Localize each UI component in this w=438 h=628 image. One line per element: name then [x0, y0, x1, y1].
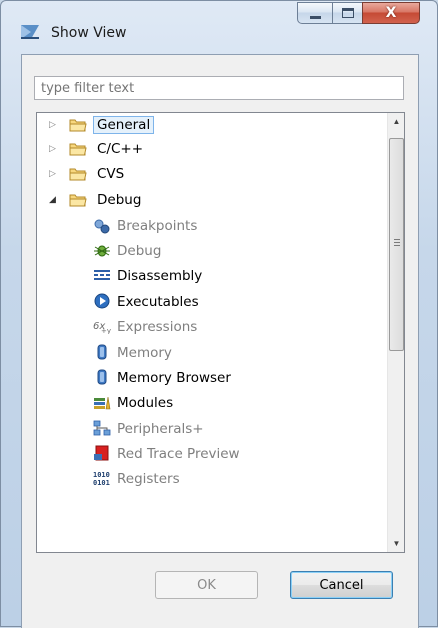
tree-item-disassembly[interactable]: Disassembly — [37, 264, 382, 288]
window-title: Show View — [51, 25, 127, 41]
view-tree: ▷ General ▷ C/C++ ▷ CVS ◢ Debug Breakpoi… — [36, 112, 405, 553]
red-trace-icon — [94, 445, 109, 461]
tree-item-expressions[interactable]: 6x +y Expressions — [37, 315, 382, 339]
close-button[interactable]: X — [362, 2, 420, 24]
tree-item-label: Expressions — [117, 319, 198, 335]
folder-icon — [69, 168, 87, 181]
expand-arrow-icon[interactable]: ▷ — [49, 120, 59, 130]
breakpoints-icon — [94, 219, 110, 234]
tree-item-label: Memory — [117, 345, 172, 361]
folder-open-icon — [69, 194, 87, 207]
tree-item-label: Executables — [117, 294, 199, 310]
tree-item-label: Disassembly — [117, 268, 203, 284]
title-bar[interactable]: Show View X — [1, 1, 437, 53]
tree-item-registers[interactable]: 1010 0101 Registers — [37, 467, 382, 491]
tree-item-label: CVS — [97, 166, 125, 182]
disassembly-icon — [94, 270, 110, 280]
minimize-button[interactable] — [297, 2, 333, 24]
svg-text:0101: 0101 — [93, 479, 110, 486]
expand-arrow-icon[interactable]: ▷ — [49, 144, 59, 154]
tree-item-label: General — [93, 116, 155, 134]
tree-item-label: Debug — [117, 243, 162, 259]
tree-item-breakpoints[interactable]: Breakpoints — [37, 214, 382, 238]
tree-item-label: Registers — [117, 471, 180, 487]
tree-item-label: Peripherals+ — [117, 421, 204, 437]
tree-item-debug-view[interactable]: Debug — [37, 239, 382, 263]
tree-item-general[interactable]: ▷ General — [37, 113, 382, 137]
scroll-thumb[interactable] — [389, 138, 404, 351]
close-icon: X — [385, 5, 397, 21]
app-icon — [21, 25, 39, 39]
tree-item-debug[interactable]: ◢ Debug — [37, 188, 382, 212]
filter-input[interactable] — [34, 76, 404, 100]
scroll-down-arrow-icon[interactable]: ▼ — [388, 535, 404, 552]
ok-button[interactable]: OK — [155, 571, 258, 599]
tree-item-memory[interactable]: Memory — [37, 341, 382, 365]
bug-icon — [94, 245, 110, 257]
tree-item-peripherals[interactable]: Peripherals+ — [37, 417, 382, 441]
svg-text:+y: +y — [101, 327, 111, 334]
expand-arrow-icon[interactable]: ▷ — [49, 169, 59, 179]
tree-item-red-trace-preview[interactable]: Red Trace Preview — [37, 442, 382, 466]
minimize-icon — [309, 15, 321, 19]
tree-item-label: Debug — [97, 192, 142, 208]
scroll-up-arrow-icon[interactable]: ▲ — [388, 113, 404, 130]
folder-icon — [69, 119, 87, 132]
grip-icon — [394, 239, 400, 248]
tree-item-cpp[interactable]: ▷ C/C++ — [37, 137, 382, 161]
tree-item-label: Red Trace Preview — [117, 446, 240, 462]
tree-item-label: Memory Browser — [117, 370, 231, 386]
executables-icon — [94, 293, 110, 309]
tree-item-label: Modules — [117, 395, 174, 411]
collapse-arrow-icon[interactable]: ◢ — [49, 195, 59, 205]
dialog-body: ▷ General ▷ C/C++ ▷ — [21, 54, 419, 628]
modules-icon — [94, 396, 111, 410]
maximize-button[interactable] — [332, 2, 363, 24]
show-view-dialog: Show View X ▷ General ▷ — [0, 0, 438, 628]
memory-icon — [97, 344, 107, 360]
registers-icon: 1010 0101 — [93, 471, 110, 486]
expressions-icon: 6x +y — [93, 321, 111, 334]
tree-item-label: C/C++ — [97, 141, 144, 157]
peripherals-icon — [93, 420, 111, 436]
memory-browser-icon — [97, 369, 107, 385]
cancel-button[interactable]: Cancel — [290, 571, 393, 599]
tree-item-label: Breakpoints — [117, 218, 198, 234]
tree-vertical-scrollbar[interactable]: ▲ ▼ — [387, 113, 404, 552]
svg-text:1010: 1010 — [93, 471, 110, 479]
tree-item-executables[interactable]: Executables — [37, 290, 382, 314]
folder-icon — [69, 143, 87, 156]
maximize-icon — [341, 8, 354, 18]
tree-item-modules[interactable]: Modules — [37, 391, 382, 415]
tree-item-memory-browser[interactable]: Memory Browser — [37, 366, 382, 390]
tree-item-cvs[interactable]: ▷ CVS — [37, 162, 382, 186]
